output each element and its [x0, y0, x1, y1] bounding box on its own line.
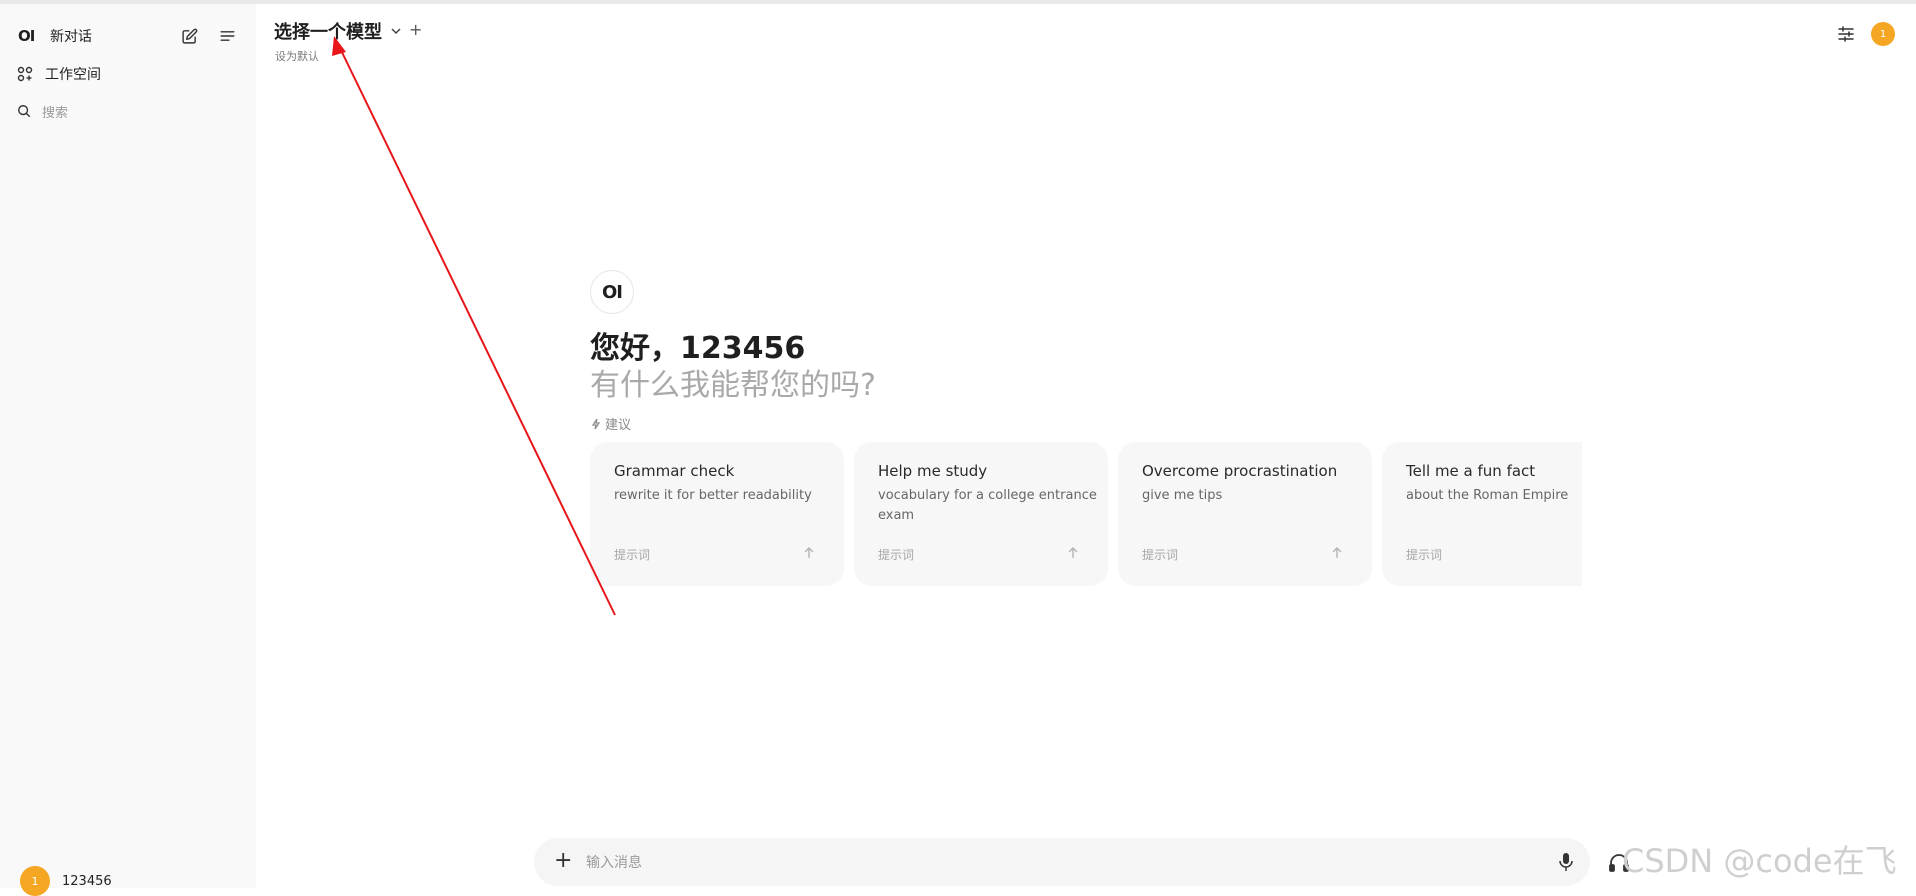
workspace-label: 工作空间 — [45, 67, 101, 83]
new-chat-label: 新对话 — [50, 29, 92, 45]
sidebar: OI 新对话 工作空间 搜索 1 123456 — [0, 4, 256, 896]
workspace-row[interactable]: 工作空间 — [0, 56, 256, 92]
welcome-logo: OI — [590, 270, 634, 314]
card-tag: 提示词 — [614, 548, 651, 562]
suggestion-card[interactable]: Tell me a fun fact about the Roman Empir… — [1382, 442, 1582, 586]
card-subtitle: about the Roman Empire — [1406, 488, 1569, 503]
search-row[interactable]: 搜索 — [0, 93, 256, 129]
top-border — [0, 0, 1916, 4]
card-subtitle: rewrite it for better readability — [614, 488, 812, 503]
search-icon — [18, 105, 31, 118]
arrow-up-icon — [804, 547, 814, 558]
set-default-link[interactable]: 设为默认 — [275, 48, 319, 64]
bolt-icon — [591, 418, 601, 429]
arrow-up-icon — [1068, 547, 1078, 558]
app-logo: OI — [18, 27, 35, 45]
card-tag: 提示词 — [1142, 548, 1179, 562]
card-title: Overcome procrastination — [1142, 462, 1338, 480]
suggestion-card[interactable]: Overcome procrastination give me tips 提示… — [1118, 442, 1372, 586]
card-subtitle: vocabulary for a college entrance exam — [878, 488, 1097, 523]
chevron-down-icon — [391, 28, 401, 35]
card-title: Tell me a fun fact — [1406, 462, 1536, 480]
message-input-bar: + — [534, 838, 1590, 886]
suggestions-label: 建议 — [591, 414, 631, 433]
suggestion-cards: Grammar check rewrite it for better read… — [590, 442, 1582, 586]
model-title: 选择一个模型 — [274, 22, 382, 43]
user-name: 123456 — [62, 873, 112, 889]
suggestions-label-text: 建议 — [605, 418, 632, 433]
card-subtitle: give me tips — [1142, 488, 1223, 503]
card-title: Grammar check — [614, 462, 735, 480]
watermark: CSDN @code在飞 — [1622, 842, 1897, 880]
edit-icon[interactable] — [176, 23, 202, 49]
model-selector[interactable]: 选择一个模型 — [274, 18, 402, 44]
suggestion-card[interactable]: Grammar check rewrite it for better read… — [590, 442, 844, 586]
menu-icon[interactable] — [214, 23, 240, 49]
user-profile[interactable]: 1 123456 — [20, 866, 112, 896]
avatar: 1 — [20, 866, 50, 896]
attach-button[interactable]: + — [554, 848, 572, 873]
workspace-icon — [17, 66, 33, 82]
card-tag: 提示词 — [1406, 548, 1443, 562]
suggestion-card[interactable]: Help me study vocabulary for a college e… — [854, 442, 1108, 586]
message-input[interactable] — [584, 846, 1488, 880]
search-input[interactable]: 搜索 — [42, 102, 68, 121]
card-tag: 提示词 — [878, 548, 915, 562]
new-chat-row[interactable]: OI 新对话 — [0, 18, 256, 54]
arrow-up-icon — [1332, 547, 1342, 558]
microphone-icon[interactable] — [1558, 852, 1574, 872]
user-avatar[interactable]: 1 — [1871, 22, 1895, 46]
add-model-button[interactable]: + — [409, 20, 422, 39]
controls-icon[interactable] — [1836, 24, 1856, 44]
card-title: Help me study — [878, 462, 988, 480]
sub-greeting: 有什么我能帮您的吗? — [590, 368, 876, 403]
